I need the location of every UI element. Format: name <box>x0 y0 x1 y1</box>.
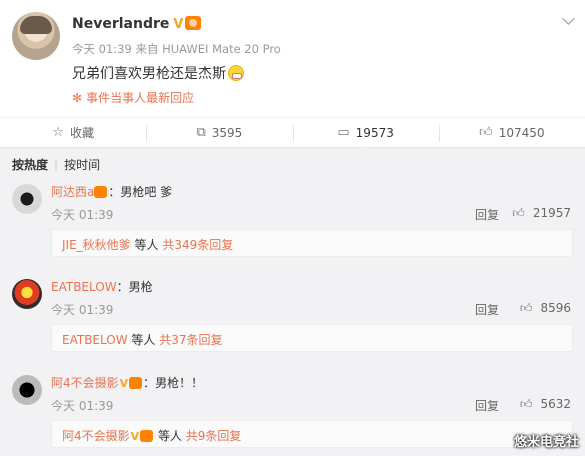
author-avatar[interactable] <box>12 12 60 60</box>
share-count: 3595 <box>211 125 243 140</box>
hot-event-link[interactable]: ✻ 事件当事人最新回应 <box>72 89 194 106</box>
comment-text-line: EATBELOW：男枪 <box>51 278 153 295</box>
post-content-line: 兄弟们喜欢男枪还是杰斯 <box>72 63 244 83</box>
sub-reply-mid: 等人 <box>127 333 160 347</box>
comment-like-button[interactable]: 👍︎ 5632 <box>520 397 571 412</box>
verified-v-icon: V <box>130 430 140 443</box>
like-count: 107450 <box>498 125 545 140</box>
reply-button[interactable]: 回复 <box>475 397 499 414</box>
author-name[interactable]: Neverlandre <box>72 16 169 32</box>
comment-text: ：男枪吧 爹 <box>108 185 173 199</box>
commenter-name[interactable]: 阿达西a <box>51 185 94 199</box>
commenter-avatar[interactable] <box>12 279 42 309</box>
comment-like-count: 8596 <box>540 301 571 315</box>
sub-reply-user[interactable]: JIE_秋秋他爹 <box>62 238 131 252</box>
comment-like-count: 21957 <box>532 206 571 220</box>
sub-replies-box[interactable]: 阿4不会摄影V 等人 共9条回复 <box>51 420 573 448</box>
share-icon: ⧉ <box>196 125 206 140</box>
commenter-avatar[interactable] <box>12 184 42 214</box>
hot-event-label: 事件当事人最新回应 <box>86 91 195 105</box>
reply-button[interactable]: 回复 <box>475 206 499 223</box>
sub-reply-mid: 等人 <box>130 238 163 252</box>
asterisk-icon: ✻ <box>72 91 83 105</box>
comment-text-line: 阿4不会摄影V ：男枪！！ <box>51 374 203 391</box>
commenter-name[interactable]: EATBELOW <box>51 280 117 294</box>
like-button[interactable]: 👍︎ 107450 <box>438 118 585 147</box>
sort-hot-tab[interactable]: 按热度 <box>12 158 48 172</box>
grin-emoji-icon <box>228 65 244 81</box>
verified-v-icon: V <box>119 377 129 390</box>
comment-text: ：男枪 <box>116 280 153 294</box>
commenter-name[interactable]: 阿4不会摄影 <box>51 376 119 390</box>
action-bar: ☆ 收藏 ⧉ 3595 ▭ 19573 👍︎ 107450 <box>0 117 585 153</box>
sub-reply-count[interactable]: 共37条回复 <box>159 333 222 347</box>
vip-badge-icon <box>140 430 154 442</box>
comment-count: 19573 <box>355 125 394 140</box>
sub-reply-user[interactable]: EATBELOW <box>62 333 128 347</box>
sort-divider: | <box>54 158 59 172</box>
verified-v-icon: V <box>173 17 184 32</box>
comment-text-line: 阿达西a ：男枪吧 爹 <box>51 183 172 200</box>
weibo-post: Neverlandre V 今天 01:39 来自 HUAWEI Mate 20 … <box>0 0 585 117</box>
comment-time: 今天 01:39 <box>51 208 114 222</box>
comment-text: ：男枪！！ <box>143 376 204 390</box>
watermark: 悠米电竞社 <box>513 435 579 450</box>
sub-reply-count[interactable]: 共9条回复 <box>186 429 242 443</box>
comment-time: 今天 01:39 <box>51 303 114 317</box>
like-icon: 👍︎ <box>479 125 493 140</box>
comment-like-count: 5632 <box>540 397 571 411</box>
sort-bar: 按热度 | 按时间 <box>12 156 100 173</box>
sort-time-tab[interactable]: 按时间 <box>64 158 100 172</box>
vip-badge-icon <box>185 16 202 30</box>
sub-reply-mid: 等人 <box>154 429 186 443</box>
post-meta: 今天 01:39 来自 HUAWEI Mate 20 Pro <box>72 42 281 56</box>
star-icon: ☆ <box>52 125 64 140</box>
like-icon: 👍︎ <box>519 301 533 315</box>
reply-button[interactable]: 回复 <box>475 301 499 318</box>
share-button[interactable]: ⧉ 3595 <box>146 118 292 147</box>
comment-like-button[interactable]: 👍︎ 21957 <box>512 206 571 221</box>
post-content: 兄弟们喜欢男枪还是杰斯 <box>72 66 226 82</box>
like-icon: 👍︎ <box>512 206 525 220</box>
commenter-avatar[interactable] <box>12 375 42 405</box>
favorite-label: 收藏 <box>69 126 94 140</box>
favorite-button[interactable]: ☆ 收藏 <box>0 118 146 147</box>
comment-like-button[interactable]: 👍︎ 8596 <box>520 301 571 316</box>
sub-reply-count[interactable]: 共349条回复 <box>162 238 233 252</box>
sub-reply-user[interactable]: 阿4不会摄影 <box>62 429 130 443</box>
author-line: Neverlandre V <box>72 16 202 32</box>
vip-badge-icon <box>129 377 143 389</box>
comment-section: 按热度 | 按时间 阿达西a ：男枪吧 爹 今天 01:39 回复 👍︎ 21957 J… <box>0 148 585 456</box>
sub-replies-box[interactable]: EATBELOW 等人 共37条回复 <box>51 324 573 352</box>
chevron-down-icon[interactable] <box>562 12 575 25</box>
like-icon: 👍︎ <box>519 397 533 411</box>
comment-icon: ▭ <box>337 125 350 140</box>
comment-button[interactable]: ▭ 19573 <box>292 118 439 153</box>
sub-replies-box[interactable]: JIE_秋秋他爹 等人 共349条回复 <box>51 229 573 257</box>
vip-badge-icon <box>94 186 108 198</box>
comment-time: 今天 01:39 <box>51 399 114 413</box>
